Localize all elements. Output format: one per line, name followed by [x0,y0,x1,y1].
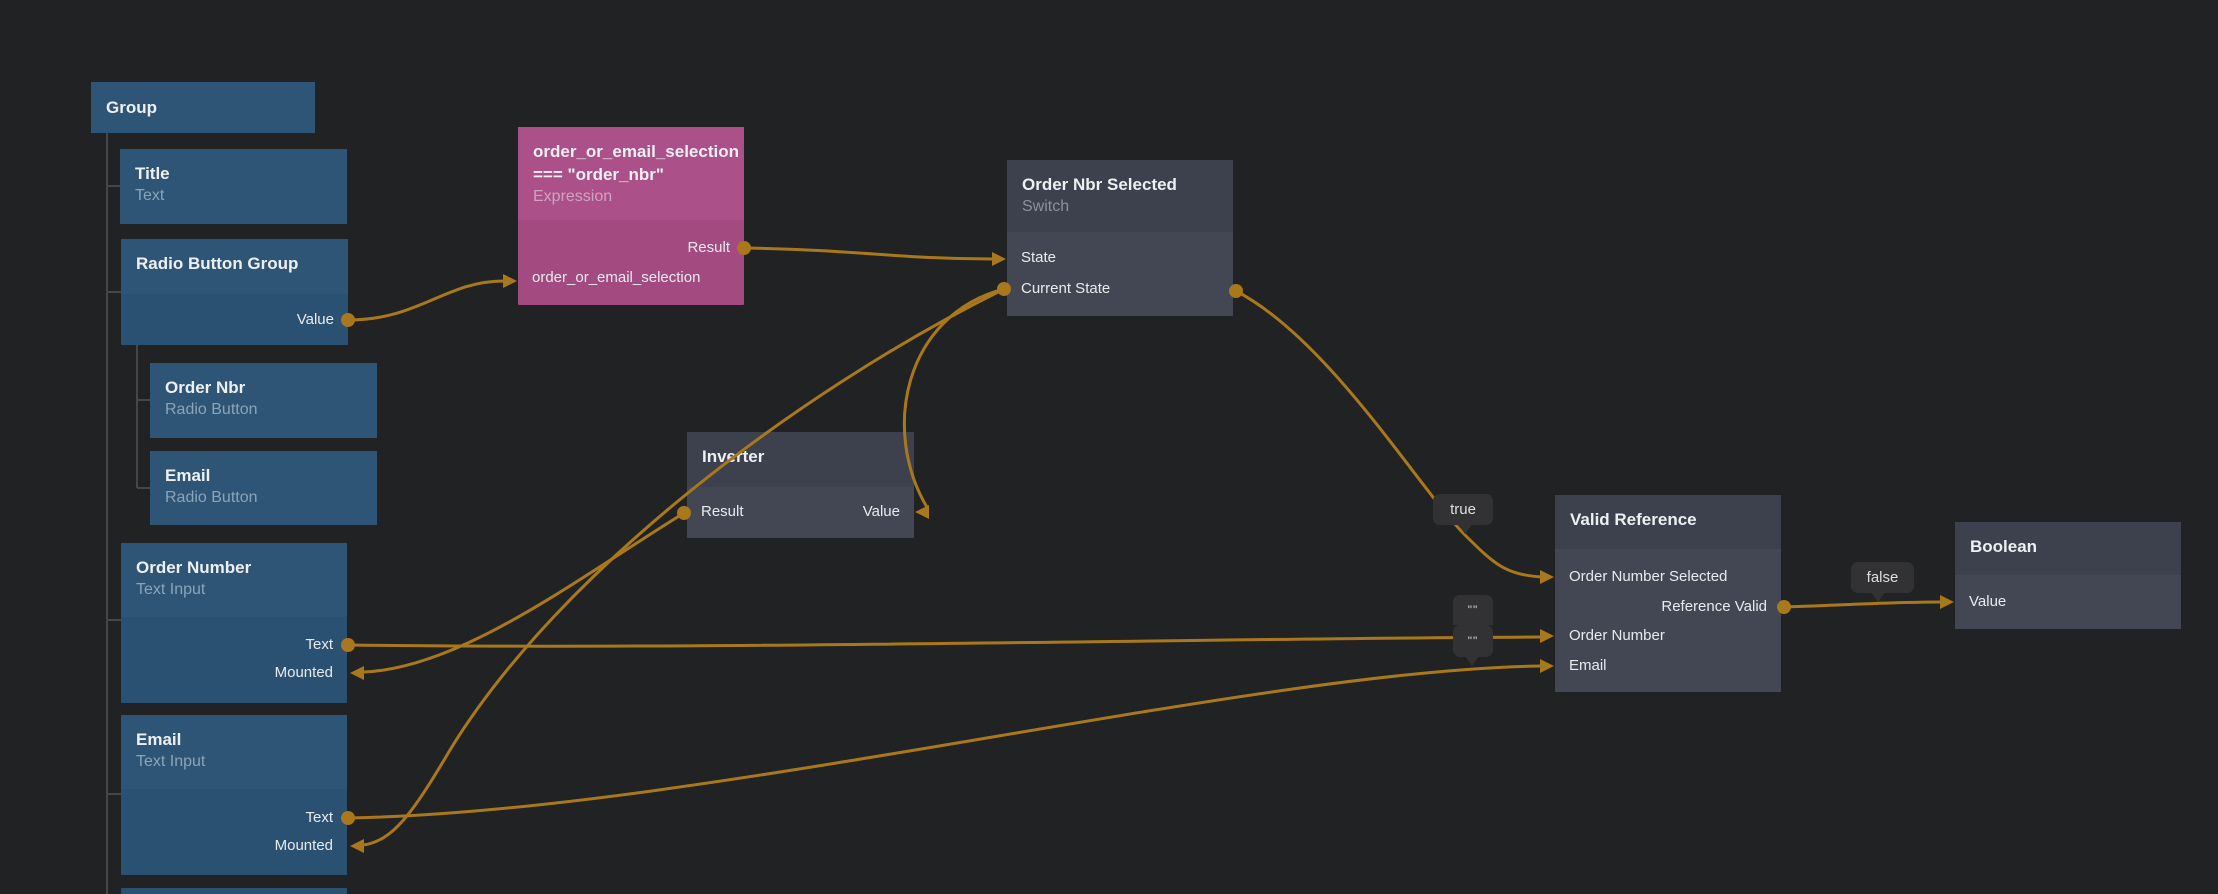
node-header: Title Text [120,149,347,224]
badge-label: "" [1468,634,1479,648]
node-title-line1: order_or_email_selection [533,140,729,163]
wire-value-badge-email: "" [1453,625,1493,657]
node-title: Valid Reference [1570,508,1766,531]
node-title: Boolean [1970,535,2166,558]
badge-pointer [1465,656,1479,666]
port-selection-input[interactable]: order_or_email_selection [518,264,744,292]
arrow-order-number-mounted-input[interactable] [350,666,364,680]
node-partially-visible[interactable] [121,888,347,894]
arrow-inverter-value-input[interactable] [915,505,929,519]
badge-pointer [1871,592,1885,602]
node-subtitle: Text Input [136,579,332,600]
wire-reference-valid-to-boolean-value[interactable] [1784,602,1941,607]
wire-email-text-to-valid-reference[interactable] [348,666,1541,818]
node-group[interactable]: Group [91,82,315,133]
node-email-text-input[interactable]: Email Text Input Text Mounted [121,715,347,875]
wire-current-state-to-inverter-value[interactable] [904,289,1004,509]
port-text-output[interactable]: Text [121,631,347,659]
node-header: Order Nbr Selected Switch [1007,160,1233,232]
wire-value-badge-true: true [1433,494,1493,525]
node-title: Radio Button Group [136,252,333,275]
node-radio-button-group[interactable]: Radio Button Group Value [121,239,348,345]
node-valid-reference[interactable]: Valid Reference Order Number Selected Re… [1555,495,1781,692]
node-title: Email [165,464,362,487]
node-title: Email [136,728,332,751]
port-result-output[interactable]: Result [701,498,744,526]
wire-inverter-result-to-order-number-mounted[interactable] [364,513,684,672]
wire-radio-group-value-to-expression[interactable] [348,281,504,320]
node-header: Group [91,82,315,133]
badge-pointer [1458,524,1472,534]
port-value-input[interactable]: Value [1955,588,2181,616]
arrow-boolean-value-input[interactable] [1940,595,1954,609]
node-title: Inverter [702,445,899,468]
port-text-output[interactable]: Text [121,804,347,832]
port-value-input[interactable]: Value [863,498,900,526]
arrow-expression-input[interactable] [503,274,517,288]
node-subtitle: Text Input [136,751,332,772]
node-title: Order Number [136,556,332,579]
node-header: Boolean [1955,522,2181,575]
wire-value-badge-order-number: "" [1453,595,1493,625]
port-mounted-input[interactable]: Mounted [121,832,347,860]
node-subtitle: Radio Button [165,399,362,420]
wire-switch-output-to-order-number-selected[interactable] [1236,291,1541,577]
arrow-email-mounted-input[interactable] [350,839,364,853]
node-title: Title [135,162,332,185]
node-order-nbr-selected-switch[interactable]: Order Nbr Selected Switch State Current … [1007,160,1233,316]
node-header: Order Nbr Radio Button [150,363,377,438]
arrow-valid-ref-order-number-input[interactable] [1540,629,1554,643]
node-inverter[interactable]: Inverter Result Value [687,432,914,538]
port-order-number-selected-input[interactable]: Order Number Selected [1555,563,1781,591]
node-graph-canvas[interactable]: Group Title Text Radio Button Group Valu… [0,0,2218,894]
node-header: Inverter [687,432,914,487]
node-title: Order Nbr [165,376,362,399]
port-result-output[interactable]: Result [518,234,744,262]
node-expression[interactable]: order_or_email_selection === "order_nbr"… [518,127,744,305]
node-order-number-text-input[interactable]: Order Number Text Input Text Mounted [121,543,347,703]
wire-current-state-to-email-mounted[interactable] [364,289,1004,845]
node-title: Group [106,96,300,119]
node-title: Order Nbr Selected [1022,173,1218,196]
port-row: Result Value [687,498,914,526]
node-title-line2: === "order_nbr" [533,163,729,186]
arrow-valid-ref-email-input[interactable] [1540,659,1554,673]
node-header: Order Number Text Input [121,543,347,617]
wire-order-number-text-to-valid-reference[interactable] [348,637,1541,646]
node-boolean[interactable]: Boolean Value [1955,522,2181,629]
port-email-input[interactable]: Email [1555,652,1781,680]
node-header: order_or_email_selection === "order_nbr"… [518,127,744,220]
node-header: Valid Reference [1555,495,1781,549]
port-value-output[interactable]: Value [121,306,348,334]
wire-expression-result-to-switch-state[interactable] [744,248,992,259]
arrow-switch-state-input[interactable] [992,252,1006,266]
port-state-input[interactable]: State [1007,244,1233,272]
node-subtitle: Text [135,185,332,206]
badge-label: "" [1468,603,1479,617]
port-reference-valid-output[interactable]: Reference Valid [1555,593,1781,621]
node-subtitle: Radio Button [165,487,362,508]
node-header: Email Text Input [121,715,347,789]
arrow-order-number-selected-input[interactable] [1540,570,1554,584]
node-header: Email Radio Button [150,451,377,525]
node-subtitle: Expression [533,186,729,207]
port-order-number-input[interactable]: Order Number [1555,622,1781,650]
node-title-text[interactable]: Title Text [120,149,347,224]
port-current-state-output[interactable]: Current State [1007,275,1233,303]
node-order-nbr-radio-button[interactable]: Order Nbr Radio Button [150,363,377,438]
badge-label: true [1450,501,1476,518]
badge-label: false [1867,569,1899,586]
node-subtitle: Switch [1022,196,1218,217]
port-mounted-input[interactable]: Mounted [121,659,347,687]
node-header: Radio Button Group [121,239,348,294]
node-email-radio-button[interactable]: Email Radio Button [150,451,377,525]
wire-value-badge-false: false [1851,562,1914,593]
